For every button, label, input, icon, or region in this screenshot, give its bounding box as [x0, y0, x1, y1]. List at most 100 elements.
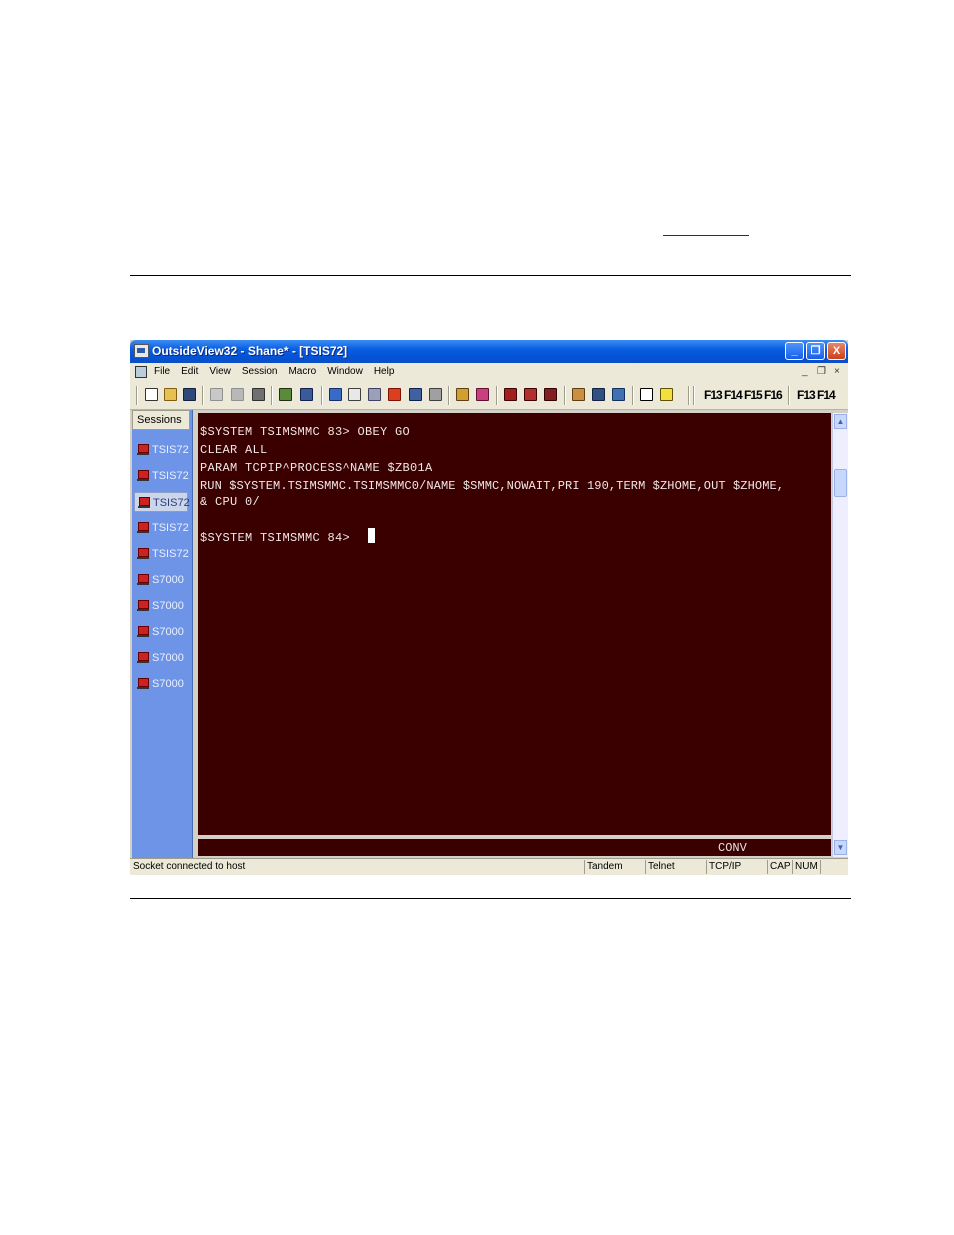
- application-window: OutsideView32 - Shane* - [TSIS72] _ ❐ X …: [130, 340, 848, 875]
- terminal-icon: [137, 626, 149, 637]
- status-panel-cap: CAP: [767, 860, 792, 874]
- terminal-icon: [137, 678, 149, 689]
- blank-icon[interactable]: [640, 388, 653, 401]
- terminal-line: CLEAR ALL: [200, 443, 268, 457]
- session-item-s7000[interactable]: S7000: [134, 570, 188, 590]
- toolbar-separator: [693, 386, 695, 405]
- menu-edit[interactable]: Edit: [181, 366, 198, 377]
- terminal-icon: [137, 574, 149, 585]
- status-panel-tcpip: TCP/IP: [706, 860, 766, 874]
- connect-icon[interactable]: [279, 388, 292, 401]
- monitor-icon[interactable]: [329, 388, 342, 401]
- macro-play-icon[interactable]: [476, 388, 489, 401]
- session-item-tsis72[interactable]: TSIS72: [134, 466, 189, 486]
- restore-button[interactable]: ❐: [806, 342, 825, 360]
- status-panel-tandem: Tandem: [584, 860, 644, 874]
- help-icon[interactable]: [660, 388, 673, 401]
- document-icon[interactable]: [135, 366, 147, 378]
- paste-icon[interactable]: [231, 388, 244, 401]
- session-item-tsis72[interactable]: TSIS72: [134, 518, 189, 538]
- status-panel-telnet: Telnet: [645, 860, 705, 874]
- session-item-tsis72[interactable]: TSIS72: [134, 440, 189, 460]
- toolbar-separator: [564, 386, 566, 405]
- top-horizontal-rule: [130, 275, 851, 276]
- terminal-cursor: [368, 528, 375, 543]
- scroll-down-arrow[interactable]: ▼: [834, 840, 847, 855]
- menu-window[interactable]: Window: [327, 366, 363, 377]
- session-item-s7000[interactable]: S7000: [134, 622, 188, 642]
- minimize-button[interactable]: _: [785, 342, 804, 360]
- mdi-restore-button[interactable]: ❐: [817, 366, 826, 377]
- session-item-tsis72-active[interactable]: TSIS72: [134, 492, 190, 512]
- vertical-scrollbar[interactable]: ▲ ▼: [832, 413, 848, 857]
- menu-view[interactable]: View: [209, 366, 231, 377]
- toolbar-separator: [632, 386, 634, 405]
- menu-session[interactable]: Session: [242, 366, 278, 377]
- session-item-s7000[interactable]: S7000: [134, 674, 188, 694]
- toolbar-grip[interactable]: [136, 386, 138, 405]
- capture-icon[interactable]: [592, 388, 605, 401]
- terminal-screen[interactable]: $SYSTEM TSIMSMMC 83> OBEY GO CLEAR ALL P…: [198, 413, 831, 835]
- terminal-line: $SYSTEM TSIMSMMC 83> OBEY GO: [200, 425, 411, 439]
- function-keys-f13-f16[interactable]: F13 F14 F15 F16: [704, 388, 783, 402]
- binary-icon[interactable]: [348, 388, 361, 401]
- print-icon[interactable]: [252, 388, 265, 401]
- toolbar-separator: [202, 386, 204, 405]
- script-run-icon[interactable]: [504, 388, 517, 401]
- hyperlink-underline[interactable]: [663, 235, 749, 236]
- title-bar[interactable]: OutsideView32 - Shane* - [TSIS72] _ ❐ X: [130, 340, 848, 363]
- toolbar-separator: [688, 386, 690, 405]
- script-stop-icon[interactable]: [524, 388, 537, 401]
- save-icon[interactable]: [183, 388, 196, 401]
- terminal-line: PARAM TCPIP^PROCESS^NAME $ZB01A: [200, 461, 433, 475]
- terminal-icon: [137, 444, 149, 455]
- status-bar: Socket connected to host Tandem Telnet T…: [130, 858, 848, 875]
- session-item-s7000[interactable]: S7000: [134, 596, 188, 616]
- app-icon[interactable]: [134, 344, 149, 358]
- menu-bar: File Edit View Session Macro Window Help…: [130, 363, 848, 383]
- close-button[interactable]: X: [827, 342, 846, 360]
- toolbar-separator: [788, 386, 790, 405]
- scroll-up-arrow[interactable]: ▲: [834, 414, 847, 429]
- copy-icon[interactable]: [210, 388, 223, 401]
- script-edit-icon[interactable]: [544, 388, 557, 401]
- function-icon[interactable]: [388, 388, 401, 401]
- scroll-thumb[interactable]: [834, 469, 847, 497]
- menu-macro[interactable]: Macro: [288, 366, 316, 377]
- terminal-mode: CONV: [718, 841, 747, 855]
- tools-icon[interactable]: [572, 388, 585, 401]
- session-item-s7000[interactable]: S7000: [134, 648, 188, 668]
- window-icon[interactable]: [612, 388, 625, 401]
- menu-file[interactable]: File: [154, 366, 170, 377]
- file-transfer-icon[interactable]: [368, 388, 381, 401]
- session-item-tsis72[interactable]: TSIS72: [134, 544, 189, 564]
- toolbar-separator: [321, 386, 323, 405]
- function-keys-f13-f14[interactable]: F13 F14: [797, 388, 836, 402]
- status-panel-num: NUM: [792, 860, 820, 874]
- open-folder-icon[interactable]: [164, 388, 177, 401]
- toolbar-separator: [271, 386, 273, 405]
- terminal-icon: [137, 470, 149, 481]
- toolbar-separator: [448, 386, 450, 405]
- sessions-panel: Sessions TSIS72 TSIS72 TSIS72 TSIS72 TSI…: [132, 410, 193, 858]
- settings-icon[interactable]: [429, 388, 442, 401]
- terminal-icon: [137, 548, 149, 559]
- toolbar: F13 F14 F15 F16 F13 F14: [130, 382, 848, 410]
- terminal-line: & CPU 0/: [200, 495, 261, 509]
- new-file-icon[interactable]: [145, 388, 158, 401]
- sessions-header[interactable]: Sessions: [132, 410, 190, 430]
- mdi-minimize-button[interactable]: _: [802, 366, 808, 377]
- terminal-icon: [137, 600, 149, 611]
- terminal-line: RUN $SYSTEM.TSIMSMMC.TSIMSMMC0/NAME $SMM…: [200, 479, 785, 493]
- toolbar-separator: [496, 386, 498, 405]
- terminal-icon: [137, 522, 149, 533]
- status-panel-empty: [820, 860, 846, 874]
- terminal-prompt: $SYSTEM TSIMSMMC 84>: [200, 531, 358, 545]
- mdi-close-button[interactable]: ×: [834, 366, 840, 377]
- keyboard-icon[interactable]: [409, 388, 422, 401]
- menu-help[interactable]: Help: [374, 366, 395, 377]
- status-message: Socket connected to host: [133, 861, 246, 872]
- transfer-icon[interactable]: [300, 388, 313, 401]
- macro-record-icon[interactable]: [456, 388, 469, 401]
- terminal-icon: [137, 652, 149, 663]
